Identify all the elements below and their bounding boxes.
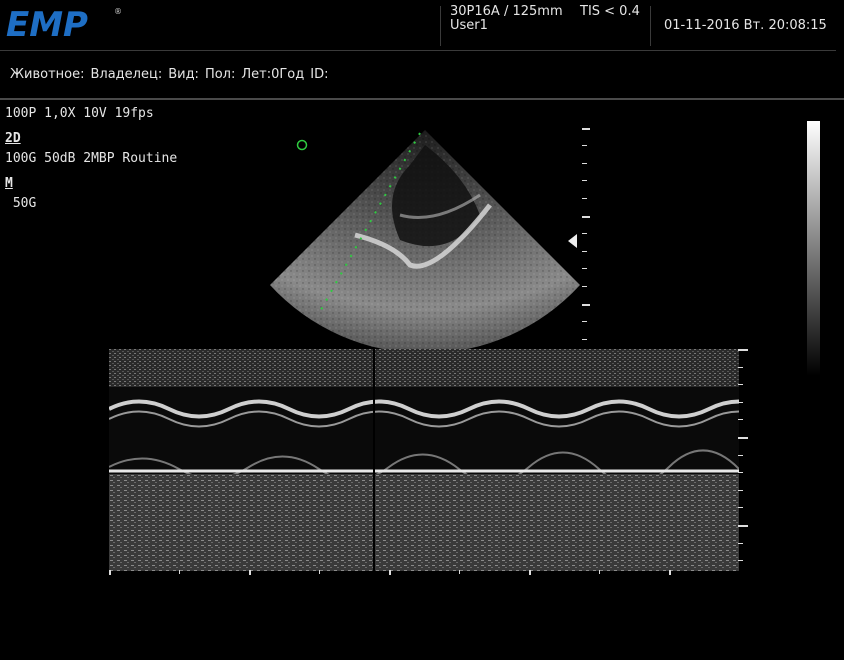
focus-triangle-icon[interactable] — [568, 234, 578, 248]
sector-image-2d[interactable] — [260, 125, 590, 355]
m-mode-top-band — [109, 349, 739, 387]
patient-field-owner[interactable]: Владелец: — [90, 67, 162, 82]
patient-field-age[interactable]: Лет:0Год — [241, 67, 304, 82]
tis-label: TIS < 0.4 — [580, 4, 640, 19]
circle-marker-icon — [296, 139, 308, 151]
logo-text: EMP — [6, 5, 88, 44]
m-mode-bottom-band — [109, 474, 739, 571]
header-divider — [650, 6, 651, 46]
emp-logo: EMP ® — [6, 5, 122, 44]
mode-m-gain: 50G — [5, 196, 37, 211]
patient-bar-separator — [0, 98, 844, 100]
scan-params: 100P 1,0X 10V 19fps — [5, 106, 154, 121]
time-axis — [109, 570, 671, 575]
user-label: User1 — [450, 18, 488, 33]
header-divider — [440, 6, 441, 46]
header-separator — [0, 50, 836, 51]
m-mode-display[interactable] — [109, 349, 739, 571]
patient-field-sex[interactable]: Пол: — [205, 67, 235, 82]
registered-mark: ® — [114, 7, 122, 16]
mode-m-label: M — [5, 176, 13, 191]
grayscale-bar — [807, 121, 820, 376]
patient-field-id[interactable]: ID: — [310, 67, 328, 82]
depth-ruler-2d — [578, 128, 592, 348]
datetime-label: 01-11-2016 Вт. 20:08:15 — [664, 18, 827, 33]
mode-2d-label: 2D — [5, 131, 21, 146]
depth-ruler-m — [736, 349, 748, 569]
probe-label: 30P16A / 125mm — [450, 4, 563, 19]
patient-info-bar: Животное: Владелец: Вид: Пол: Лет:0Год I… — [10, 67, 328, 82]
patient-field-animal[interactable]: Животное: — [10, 67, 84, 82]
patient-field-species[interactable]: Вид: — [168, 67, 199, 82]
mode-2d-params: 100G 50dB 2MBP Routine — [5, 151, 178, 166]
